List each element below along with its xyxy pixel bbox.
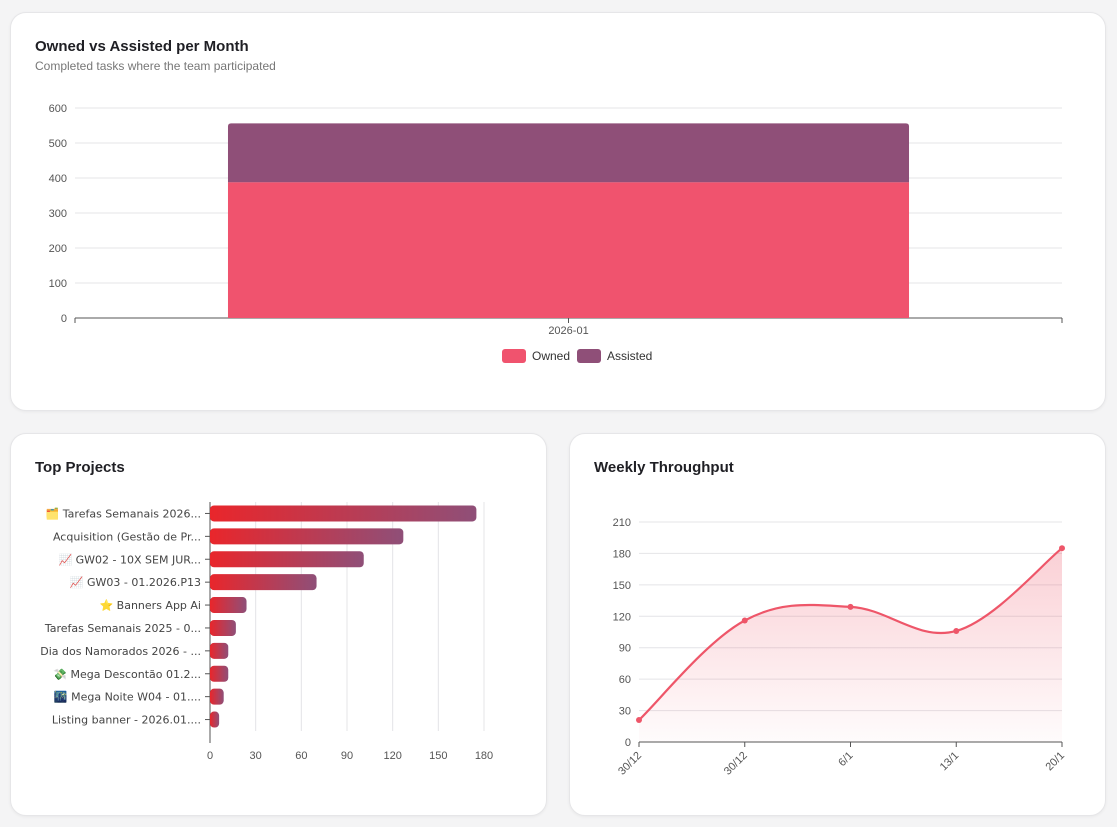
project-bar xyxy=(210,574,317,591)
y-tick-label: 300 xyxy=(49,208,67,220)
throughput-point xyxy=(636,717,642,723)
top-projects-card: Top Projects 0 30 60 90 120 150 180 🗂️ Tarefas … xyxy=(10,433,547,816)
x-tick-label: 20/1 xyxy=(1043,750,1067,774)
project-bar xyxy=(210,505,477,522)
project-bar xyxy=(210,688,224,705)
x-tick-label: 0 xyxy=(207,750,213,762)
project-label: 📈 GW02 - 10X SEM JUR... xyxy=(58,553,201,566)
x-tick-label: 6/1 xyxy=(836,750,855,769)
project-label: Acquisition (Gestão de Pr... xyxy=(53,530,201,543)
project-bar xyxy=(210,551,364,568)
y-tick-label: 180 xyxy=(613,548,631,560)
project-bar xyxy=(210,528,404,545)
x-tick-label: 30/12 xyxy=(616,750,644,778)
weekly-throughput-chart: 0 30 60 90 120 150 180 210 30/12 30/12 6/1 13/1 20/1 xyxy=(613,517,1067,778)
project-label: Tarefas Semanais 2025 - 0... xyxy=(44,622,201,635)
x-tick-label: 120 xyxy=(383,750,401,762)
project-bar xyxy=(210,597,247,614)
y-tick-label: 100 xyxy=(49,278,67,290)
top-projects-chart: 0 30 60 90 120 150 180 🗂️ Tarefas Semanais 2026… xyxy=(40,502,493,762)
y-tick-label: 600 xyxy=(49,103,67,115)
project-bar xyxy=(210,711,220,728)
x-tick-label: 150 xyxy=(429,750,447,762)
bar-owned xyxy=(227,182,910,318)
throughput-point xyxy=(847,603,854,610)
x-tick-label: 2026-01 xyxy=(548,325,588,337)
x-tick-label: 180 xyxy=(475,750,493,762)
legend-swatch-owned xyxy=(502,349,526,363)
project-label: 🌃 Mega Noite W04 - 01.... xyxy=(54,691,201,704)
project-label: 🗂️ Tarefas Semanais 2026... xyxy=(46,507,201,520)
project-label: Listing banner - 2026.01.... xyxy=(52,714,201,727)
throughput-area xyxy=(639,548,1062,742)
legend-label-assisted: Assisted xyxy=(607,349,652,363)
bar-assisted xyxy=(227,123,910,183)
y-tick-label: 120 xyxy=(613,611,631,623)
project-bar xyxy=(210,665,229,682)
y-tick-label: 200 xyxy=(49,243,67,255)
legend-label-owned: Owned xyxy=(532,349,570,363)
throughput-point xyxy=(953,627,960,634)
owned-vs-assisted-card: Owned vs Assisted per Month Completed ta… xyxy=(10,12,1106,411)
y-tick-label: 210 xyxy=(613,517,631,529)
throughput-point xyxy=(741,617,748,624)
x-tick-label: 30 xyxy=(250,750,262,762)
project-label: 💸 Mega Descontão 01.2... xyxy=(53,668,201,681)
project-label: 📈 GW03 - 01.2026.P13 xyxy=(70,576,201,589)
y-tick-label: 60 xyxy=(619,674,631,686)
y-tick-label: 30 xyxy=(619,706,631,718)
y-tick-label: 500 xyxy=(49,138,67,150)
project-bar xyxy=(210,619,236,636)
y-tick-label: 150 xyxy=(613,580,631,592)
x-tick-label: 13/1 xyxy=(938,750,962,774)
project-bar xyxy=(210,642,229,659)
y-tick-label: 400 xyxy=(49,173,67,185)
x-tick-label: 60 xyxy=(295,750,307,762)
throughput-point xyxy=(1059,545,1065,552)
owned-vs-assisted-chart: 0 100 200 300 400 500 600 2026-01 Owned Assisted xyxy=(49,103,1063,363)
project-label: Dia dos Namorados 2026 - ... xyxy=(40,645,201,658)
x-tick-label: 30/12 xyxy=(722,750,750,778)
x-tick-label: 90 xyxy=(341,750,353,762)
y-tick-label: 90 xyxy=(619,643,631,655)
project-label: ⭐ Banners App Ai xyxy=(99,599,201,612)
legend-swatch-assisted xyxy=(577,349,601,363)
y-tick-label: 0 xyxy=(61,313,67,325)
weekly-throughput-card: Weekly Throughput 0 30 60 90 120 150 180 210 30/… xyxy=(569,433,1106,816)
y-tick-label: 0 xyxy=(625,737,631,749)
